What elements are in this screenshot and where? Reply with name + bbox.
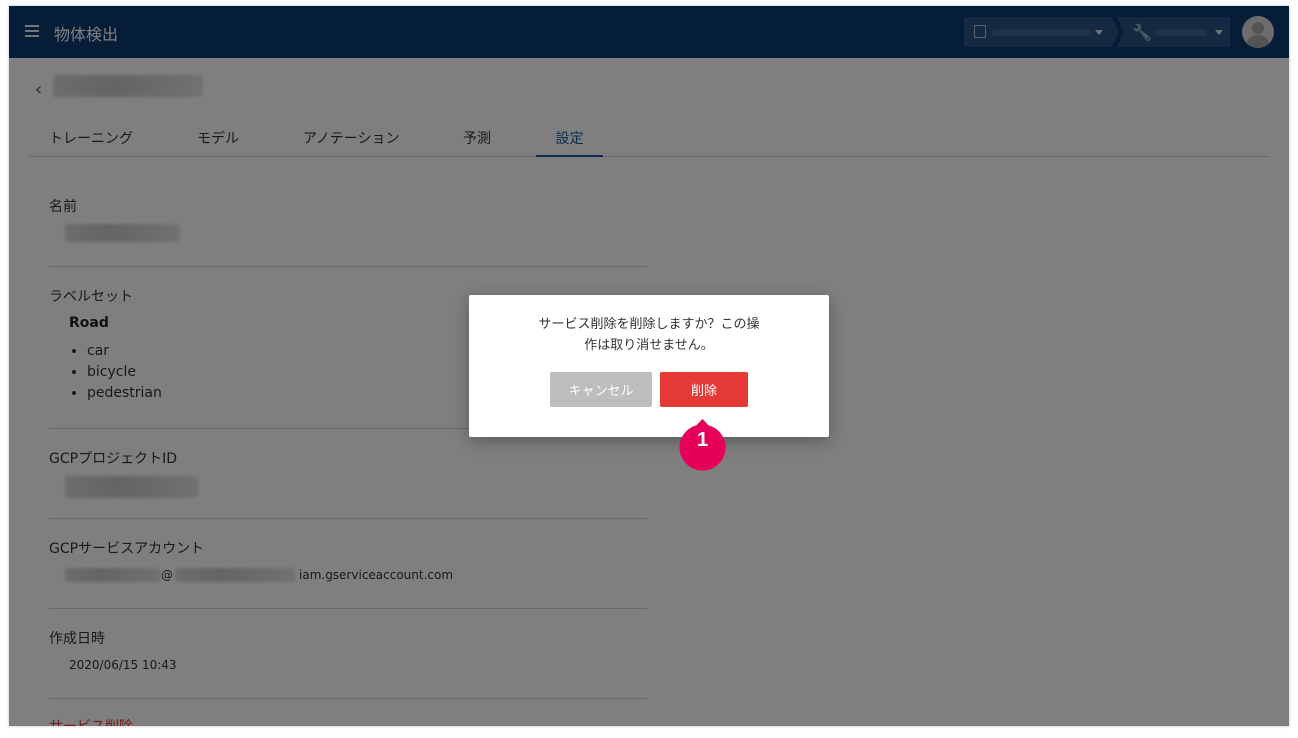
dialog-message: サービス削除を削除しますか？この操 作は取り消せません。 xyxy=(519,314,779,356)
step-callout-badge: 1 xyxy=(679,419,726,471)
callout-number: 1 xyxy=(696,429,709,451)
dialog-message-line1: サービス削除を削除しますか？この操 xyxy=(538,317,760,332)
cancel-button[interactable]: キャンセル xyxy=(550,372,652,407)
delete-button[interactable]: 削除 xyxy=(660,372,748,407)
app-window: 物体検出 🔧 ‹ トレーニング モデル アノテーション 予測 設定 名前 xyxy=(9,6,1289,726)
confirm-dialog: サービス削除を削除しますか？この操 作は取り消せません。 キャンセル 削除 xyxy=(469,295,829,437)
dialog-message-line2: 作は取り消せません。 xyxy=(584,338,714,353)
